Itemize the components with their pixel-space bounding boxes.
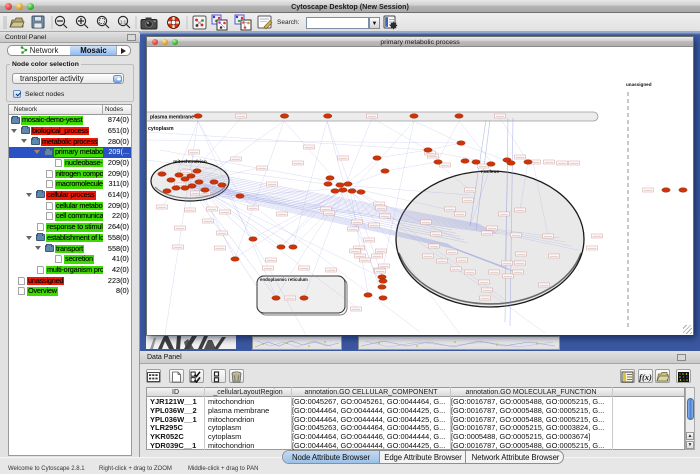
svg-text:1:1: 1:1 xyxy=(120,19,127,24)
svg-text:cytoplasm: cytoplasm xyxy=(148,126,174,132)
svg-text:plasma membrane: plasma membrane xyxy=(150,115,194,121)
svg-text:f(x): f(x) xyxy=(639,372,652,382)
svg-text:unassigned: unassigned xyxy=(626,82,652,87)
svg-text:endoplasmic reticulum: endoplasmic reticulum xyxy=(260,277,308,282)
